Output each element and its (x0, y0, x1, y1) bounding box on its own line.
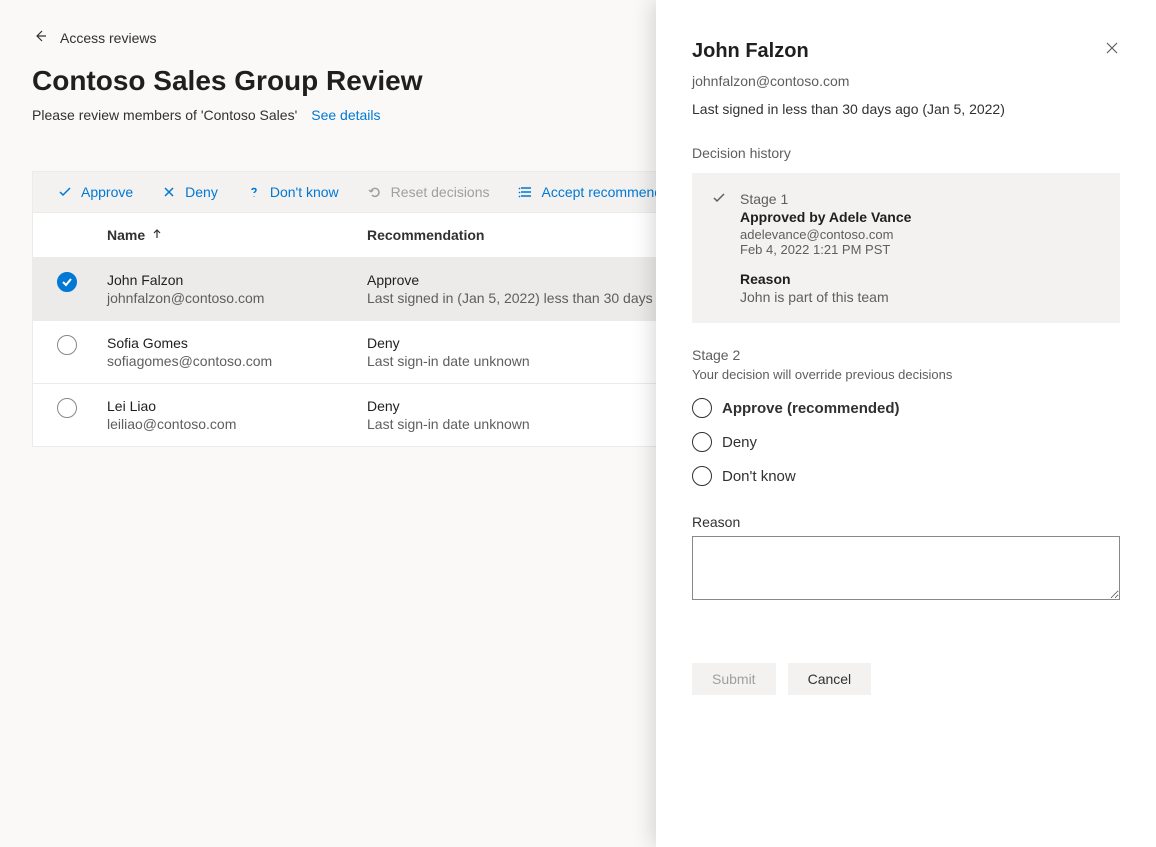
member-email: leiliao@contoso.com (107, 416, 236, 432)
column-header-name[interactable]: Name (107, 227, 367, 243)
decision-history-card: Stage 1 Approved by Adele Vance adelevan… (692, 173, 1120, 323)
cancel-button[interactable]: Cancel (788, 663, 872, 695)
close-panel-button[interactable] (1104, 40, 1120, 59)
radio-icon (692, 466, 712, 486)
reason-textarea[interactable] (692, 536, 1120, 600)
row-checkbox[interactable] (57, 398, 77, 418)
breadcrumb-label: Access reviews (60, 30, 156, 46)
row-checkbox[interactable] (57, 272, 77, 292)
details-panel: John Falzon johnfalzon@contoso.com Last … (656, 0, 1156, 847)
history-reason-label: Reason (740, 271, 1100, 287)
member-name: Lei Liao (107, 398, 236, 414)
member-email: johnfalzon@contoso.com (107, 290, 264, 306)
history-stage: Stage 1 (740, 191, 1100, 207)
page-subtitle: Please review members of 'Contoso Sales' (32, 107, 297, 123)
radio-icon (692, 432, 712, 452)
panel-email: johnfalzon@contoso.com (692, 73, 1120, 89)
radio-approve[interactable]: Approve (recommended) (692, 398, 1120, 418)
panel-signin-info: Last signed in less than 30 days ago (Ja… (692, 101, 1120, 117)
back-arrow-icon[interactable] (32, 28, 48, 47)
decision-radio-group: Approve (recommended) Deny Don't know (692, 398, 1120, 486)
reset-decisions-button: Reset decisions (367, 184, 490, 200)
decision-history-label: Decision history (692, 145, 1120, 161)
stage2-label: Stage 2 (692, 347, 1120, 363)
member-name: Sofia Gomes (107, 335, 272, 351)
member-name: John Falzon (107, 272, 264, 288)
approve-button[interactable]: Approve (57, 184, 133, 200)
radio-deny[interactable]: Deny (692, 432, 1120, 452)
radio-icon (692, 398, 712, 418)
history-approver-email: adelevance@contoso.com (740, 227, 1100, 242)
member-email: sofiagomes@contoso.com (107, 353, 272, 369)
deny-button[interactable]: Deny (161, 184, 218, 200)
check-icon (712, 191, 726, 257)
stage2-note: Your decision will override previous dec… (692, 367, 1120, 382)
row-checkbox[interactable] (57, 335, 77, 355)
panel-title: John Falzon (692, 40, 809, 63)
see-details-link[interactable]: See details (311, 107, 380, 123)
history-timestamp: Feb 4, 2022 1:21 PM PST (740, 242, 1100, 257)
history-reason-text: John is part of this team (740, 289, 1100, 305)
dont-know-button[interactable]: Don't know (246, 184, 339, 200)
sort-ascending-icon (151, 227, 163, 243)
submit-button[interactable]: Submit (692, 663, 776, 695)
reason-label: Reason (692, 514, 1120, 530)
radio-dont-know[interactable]: Don't know (692, 466, 1120, 486)
history-decision: Approved by Adele Vance (740, 209, 1100, 225)
